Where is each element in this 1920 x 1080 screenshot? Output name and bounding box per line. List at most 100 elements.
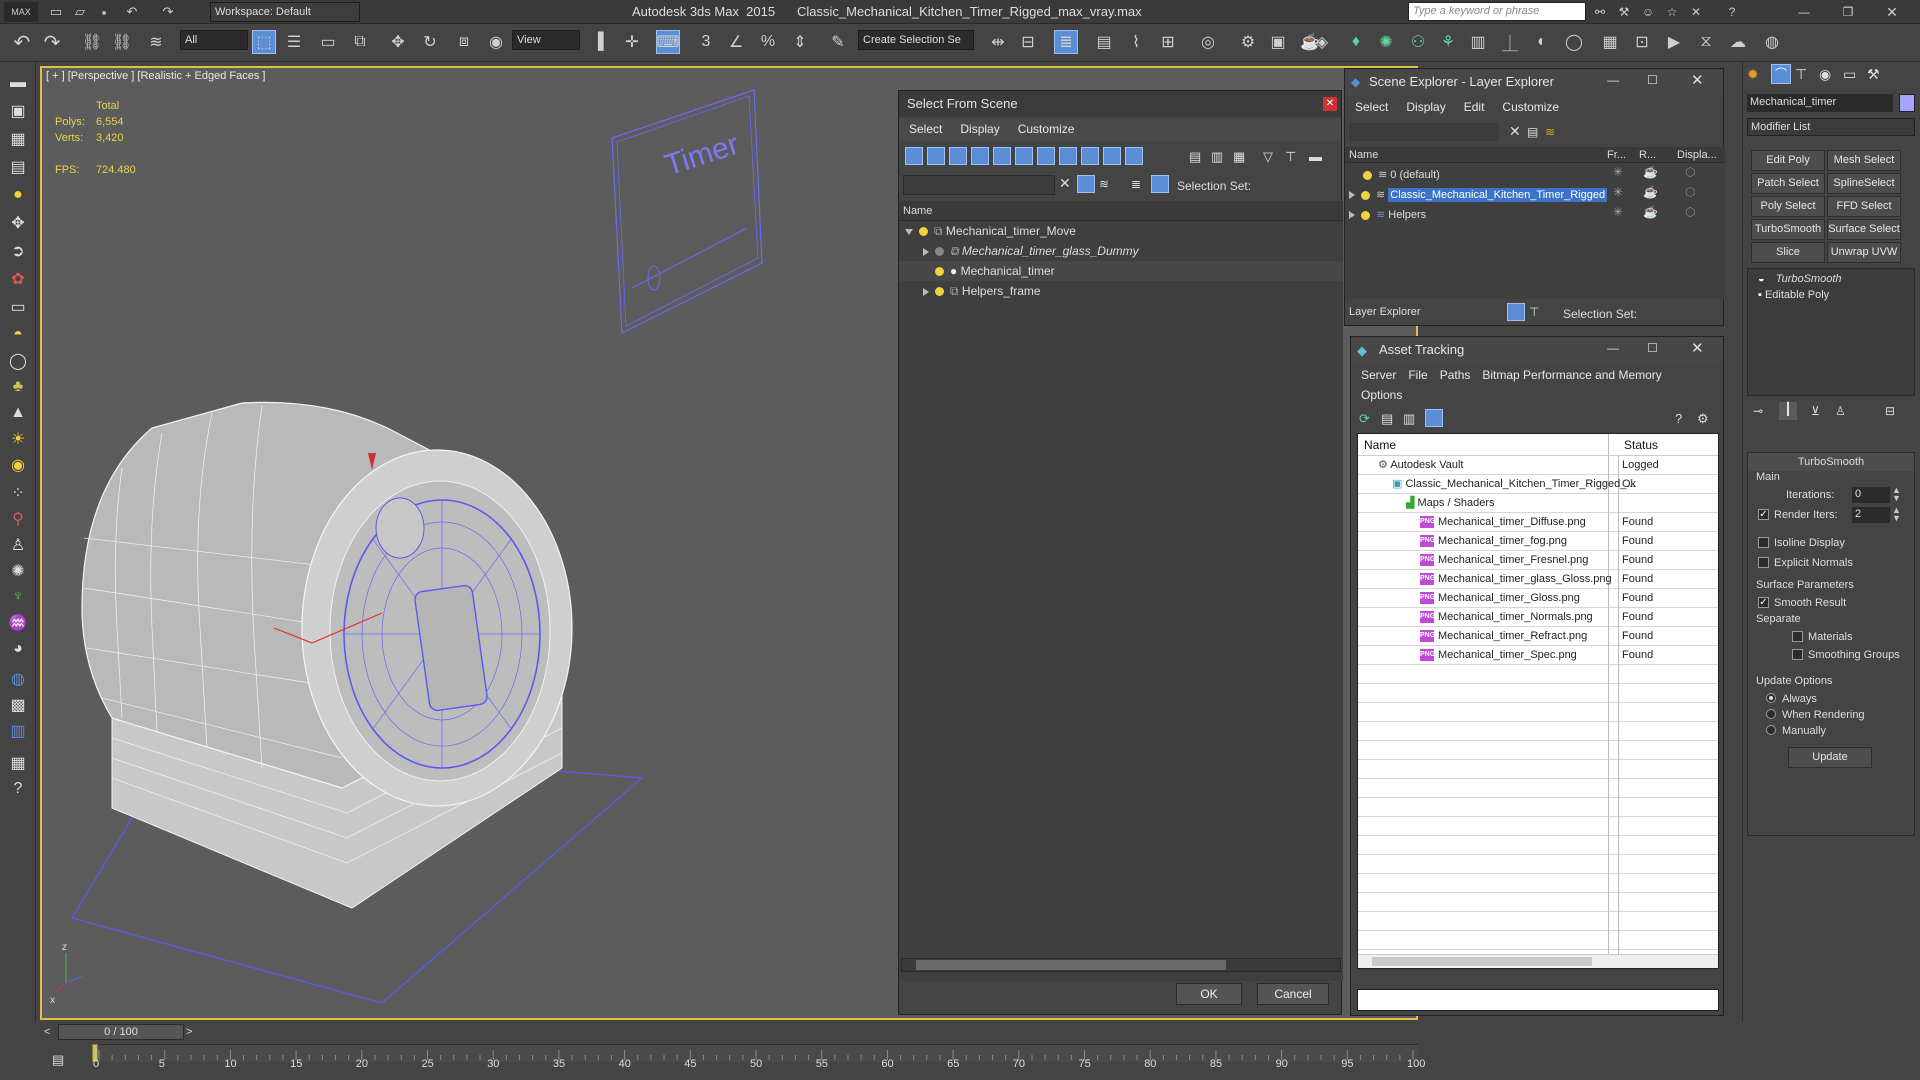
create-mobile-icon[interactable]: ▥ bbox=[4, 718, 32, 744]
smoothing-groups-checkbox[interactable] bbox=[1792, 649, 1803, 660]
create-biped-icon[interactable]: ♙ bbox=[4, 532, 32, 558]
filter-containers-icon[interactable] bbox=[1103, 147, 1121, 165]
redo-small-icon[interactable]: ↷ bbox=[156, 0, 180, 24]
schematic-view-icon[interactable]: ⊞ bbox=[1156, 30, 1180, 54]
filter-spacewarps-icon[interactable] bbox=[1015, 147, 1033, 165]
select-none-icon[interactable]: ▥ bbox=[1211, 149, 1223, 165]
asset-row[interactable]: ▟ Maps / Shaders bbox=[1358, 494, 1718, 513]
create-omni-icon[interactable]: ◉ bbox=[4, 452, 32, 478]
display-tab-icon[interactable]: ▭ bbox=[1843, 66, 1856, 83]
utilities-tab-icon[interactable]: ⚒ bbox=[1867, 66, 1880, 83]
table-view-icon[interactable] bbox=[1425, 409, 1443, 427]
align-icon[interactable]: ⊟ bbox=[1016, 30, 1040, 54]
binoculars-icon[interactable]: ⚯ bbox=[1588, 0, 1612, 24]
vray-fog-icon[interactable]: ☁ bbox=[1726, 30, 1750, 54]
freeze-icon[interactable]: ✳ bbox=[1613, 165, 1623, 179]
funnel-icon[interactable]: ▽ bbox=[1263, 149, 1273, 165]
vray-frame-icon[interactable]: ▥ bbox=[1466, 30, 1490, 54]
create-particles-icon[interactable]: ⁘ bbox=[4, 480, 32, 506]
create-camera-icon[interactable]: ▭ bbox=[4, 294, 32, 320]
create-cone-icon[interactable]: ▲ bbox=[4, 400, 32, 426]
vray-plane-icon[interactable]: ⏊ bbox=[1498, 30, 1522, 54]
modifier-button[interactable]: TurboSmooth bbox=[1751, 219, 1825, 240]
help-icon[interactable]: ? bbox=[1720, 0, 1744, 24]
named-selection-dropdown[interactable]: Create Selection Se bbox=[858, 30, 974, 50]
star-icon[interactable]: ☆ bbox=[1660, 0, 1684, 24]
layers-filter-icon[interactable]: ≋ bbox=[1099, 177, 1109, 191]
layer-row[interactable]: ≋ Classic_Mechanical_Kitchen_Timer_Rigge… bbox=[1345, 185, 1725, 205]
list-item[interactable]: ⧉ Mechanical_timer_Move bbox=[899, 221, 1343, 241]
render-frame-icon[interactable]: ▣ bbox=[1266, 30, 1290, 54]
x-exchange-icon[interactable]: ✕ bbox=[1684, 0, 1708, 24]
menu-paths[interactable]: Paths bbox=[1440, 368, 1471, 384]
configure-sets-icon[interactable]: ⊟ bbox=[1885, 404, 1895, 418]
menu-file[interactable]: File bbox=[1408, 368, 1427, 384]
col-render[interactable]: R... bbox=[1639, 147, 1656, 163]
light-icon[interactable]: ♦ bbox=[1344, 30, 1368, 54]
create-helper-icon[interactable]: ✥ bbox=[4, 210, 32, 236]
close-icon[interactable]: ✕ bbox=[1323, 97, 1337, 111]
render-iters-checkbox[interactable]: ✓ bbox=[1758, 509, 1769, 520]
curve-editor-icon[interactable]: ⌇ bbox=[1124, 30, 1148, 54]
col-display[interactable]: Displa... bbox=[1677, 147, 1717, 163]
menu-customize[interactable]: Customize bbox=[1502, 100, 1559, 116]
create-grass-icon[interactable]: ♆ bbox=[4, 584, 32, 610]
sphere-light-icon[interactable]: ✺ bbox=[1374, 30, 1398, 54]
display-box-icon[interactable]: ⬡ bbox=[1685, 165, 1695, 179]
sfs-search-input[interactable] bbox=[903, 175, 1055, 195]
minimize-icon[interactable]: — bbox=[1607, 341, 1619, 355]
object-name-field[interactable]: Mechanical_timer bbox=[1747, 94, 1893, 112]
render-teapot-icon[interactable]: ☕ bbox=[1643, 165, 1658, 179]
asset-row[interactable]: PNG Mechanical_timer_glass_Gloss.png Found bbox=[1358, 570, 1718, 589]
vray-proxy-icon[interactable]: ▦ bbox=[1598, 30, 1622, 54]
vray-icon[interactable]: ⚇ bbox=[1406, 30, 1430, 54]
minimize-icon[interactable]: — bbox=[1792, 0, 1816, 24]
minimize-icon[interactable]: — bbox=[1607, 73, 1619, 87]
filter-xrefs-icon[interactable] bbox=[1059, 147, 1077, 165]
create-hair-icon[interactable]: ♒ bbox=[4, 610, 32, 636]
menu-display[interactable]: Display bbox=[1406, 100, 1445, 116]
stack-item-editable-poly[interactable]: ▪ Editable Poly bbox=[1758, 289, 1829, 301]
asset-row[interactable]: PNG Mechanical_timer_Diffuse.png Found bbox=[1358, 513, 1718, 532]
modifier-list-dropdown[interactable]: Modifier List bbox=[1747, 118, 1915, 136]
modifier-button[interactable]: Slice bbox=[1751, 242, 1825, 263]
explicit-normals-checkbox[interactable] bbox=[1758, 557, 1769, 568]
angle-snap-icon[interactable]: ∠ bbox=[724, 30, 748, 54]
mirror-icon[interactable]: ⇹ bbox=[986, 30, 1010, 54]
spinner-arrows-icon[interactable]: ▲ ▼ bbox=[1892, 486, 1901, 503]
asset-row[interactable]: ▣ Classic_Mechanical_Kitchen_Timer_Rigge… bbox=[1358, 475, 1718, 494]
render-iters-spinner[interactable]: 2 bbox=[1852, 507, 1890, 523]
materials-checkbox[interactable] bbox=[1792, 631, 1803, 642]
search-input[interactable]: Type a keyword or phrase bbox=[1408, 2, 1586, 21]
visibility-bulb-icon[interactable] bbox=[935, 247, 944, 257]
ribbon-icon[interactable]: ▤ bbox=[1092, 30, 1116, 54]
asset-path-input[interactable] bbox=[1357, 989, 1719, 1011]
help-circle-icon[interactable]: ? bbox=[4, 776, 32, 802]
list-item[interactable]: ⧉ Helpers_frame bbox=[899, 281, 1343, 301]
ok-button[interactable]: OK bbox=[1176, 983, 1242, 1005]
create-plane-icon[interactable]: ▤ bbox=[4, 154, 32, 180]
menu-select[interactable]: Select bbox=[1355, 100, 1388, 116]
placement-icon[interactable]: ◉ bbox=[484, 30, 508, 54]
create-tab-icon[interactable]: ✹ bbox=[1747, 66, 1759, 83]
user-icon[interactable]: ☺ bbox=[1636, 0, 1660, 24]
asset-row[interactable]: PNG Mechanical_timer_Normals.png Found bbox=[1358, 608, 1718, 627]
asset-row[interactable]: PNG Mechanical_timer_Fresnel.png Found bbox=[1358, 551, 1718, 570]
thumbnail-view-icon[interactable]: ▥ bbox=[1403, 411, 1415, 427]
modifier-button[interactable]: Edit Poly bbox=[1751, 150, 1825, 171]
asset-row[interactable]: PNG Mechanical_timer_fog.png Found bbox=[1358, 532, 1718, 551]
next-frame-icon[interactable]: > bbox=[186, 1026, 192, 1038]
select-all-icon[interactable]: ▤ bbox=[1189, 149, 1201, 165]
vray-fur-icon[interactable]: ⚘ bbox=[1436, 30, 1460, 54]
close-icon[interactable]: ✕ bbox=[1880, 0, 1904, 24]
modifier-button[interactable]: SplineSelect bbox=[1827, 173, 1901, 194]
prev-frame-icon[interactable]: < bbox=[44, 1026, 50, 1038]
keyboard-shortcut-icon[interactable]: ⌨ bbox=[656, 30, 680, 54]
selection-set-icon[interactable] bbox=[1151, 175, 1169, 193]
sfs-col-name[interactable]: Name bbox=[899, 201, 1343, 221]
create-plant-icon[interactable]: ♣ bbox=[4, 374, 32, 400]
filter-bones-icon[interactable] bbox=[1081, 147, 1099, 165]
modifier-button[interactable]: Poly Select bbox=[1751, 196, 1825, 217]
link-icon[interactable]: ⛓ bbox=[80, 30, 104, 54]
unlink-icon[interactable]: ⛓ bbox=[110, 30, 134, 54]
